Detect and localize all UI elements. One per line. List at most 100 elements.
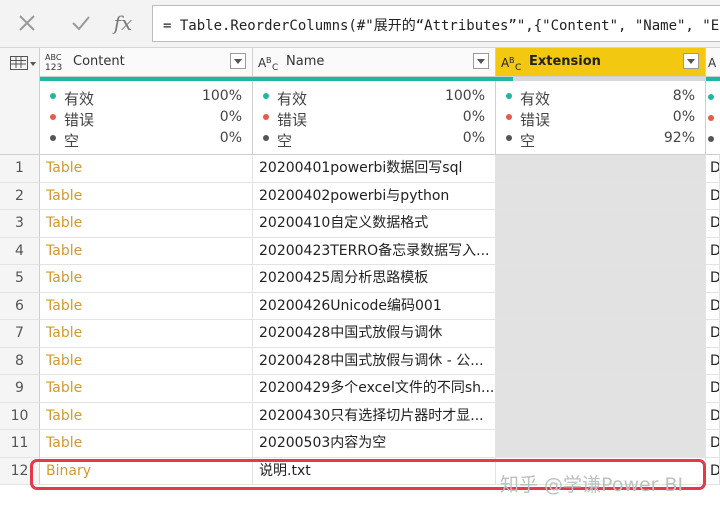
row-number[interactable]: 10 (0, 402, 40, 430)
stat-valid: 有效 100% (50, 88, 242, 109)
text-type-icon: A (708, 56, 717, 70)
row-number[interactable]: 8 (0, 347, 40, 375)
row-number[interactable]: 2 (0, 182, 40, 210)
column-header-name[interactable]: ABC Name (253, 48, 496, 77)
cell-extension[interactable] (496, 210, 706, 238)
column-name-content: Content (73, 54, 125, 69)
cell-extension[interactable] (496, 375, 706, 403)
svg-text:C: C (272, 63, 278, 72)
cell-content[interactable]: Table (40, 430, 253, 458)
cell-extension[interactable] (496, 430, 706, 458)
column-stats-name: 有效 100% 错误 0% 空 0% (253, 81, 496, 155)
column-header-extension[interactable]: ABC Extension (496, 48, 706, 77)
text-type-icon: A BC (258, 56, 278, 72)
watermark: 知乎 @学谦Power BI (500, 474, 684, 496)
cell-next[interactable]: D (706, 210, 720, 238)
cell-extension[interactable] (496, 265, 706, 293)
cell-next[interactable]: D (706, 237, 720, 265)
svg-text:A: A (708, 56, 717, 70)
filter-dropdown-button[interactable] (473, 53, 489, 69)
cell-content[interactable]: Table (40, 347, 253, 375)
cell-name[interactable]: 20200423TERRO备忘录数据写入... (253, 237, 496, 265)
cell-next[interactable]: D (706, 430, 720, 458)
cell-name[interactable]: 20200428中国式放假与调休 - 公... (253, 347, 496, 375)
cell-extension[interactable] (496, 347, 706, 375)
stat-error: 错误 0% (263, 109, 485, 130)
fx-button[interactable]: fx (106, 8, 140, 38)
svg-text:C: C (515, 63, 521, 72)
chevron-down-icon (687, 58, 695, 64)
cell-extension[interactable] (496, 320, 706, 348)
row-number[interactable]: 11 (0, 430, 40, 458)
stat-error: 错误 0% (50, 109, 242, 130)
cell-name[interactable]: 20200428中国式放假与调休 (253, 320, 496, 348)
valid-dot-icon (708, 94, 714, 100)
cell-name[interactable]: 20200429多个excel文件的不同sh... (253, 375, 496, 403)
filter-dropdown-button[interactable] (683, 53, 699, 69)
commit-button[interactable] (64, 8, 98, 38)
stat-error: 错误 0% (506, 109, 695, 130)
chevron-down-icon (30, 62, 36, 66)
cell-next[interactable]: D (706, 155, 720, 183)
cell-name[interactable]: 20200503内容为空 (253, 430, 496, 458)
cell-extension[interactable] (496, 402, 706, 430)
row-number[interactable]: 6 (0, 292, 40, 320)
row-number[interactable]: 5 (0, 265, 40, 293)
table-menu-icon[interactable] (10, 56, 28, 70)
cell-next[interactable]: D (706, 375, 720, 403)
error-dot-icon (263, 114, 269, 120)
cell-content[interactable]: Table (40, 402, 253, 430)
stat-valid: 有效 8% (506, 88, 695, 109)
cell-next[interactable]: D (706, 265, 720, 293)
row-number[interactable]: 9 (0, 375, 40, 403)
row-number[interactable]: 7 (0, 320, 40, 348)
svg-text:B: B (509, 56, 515, 65)
cell-content[interactable]: Table (40, 155, 253, 183)
cell-next[interactable]: D (706, 182, 720, 210)
filter-dropdown-button[interactable] (230, 53, 246, 69)
empty-dot-icon (708, 136, 714, 142)
cell-name[interactable]: 20200425周分析思路模板 (253, 265, 496, 293)
cell-extension[interactable] (496, 292, 706, 320)
column-header-next[interactable]: A (706, 48, 720, 77)
cell-name[interactable]: 20200402powerbi与python (253, 182, 496, 210)
cell-next[interactable]: D (706, 402, 720, 430)
empty-dot-icon (50, 135, 56, 141)
cell-content[interactable]: Table (40, 182, 253, 210)
valid-dot-icon (263, 93, 269, 99)
column-name-name: Name (286, 54, 325, 69)
cell-next[interactable]: D (706, 320, 720, 348)
cell-content[interactable]: Table (40, 237, 253, 265)
stat-valid: 有效 100% (263, 88, 485, 109)
formula-text: = Table.ReorderColumns(#"展开的“Attributes”… (163, 18, 720, 34)
svg-text:ABC: ABC (45, 53, 62, 62)
cell-name[interactable]: 20200410自定义数据格式 (253, 210, 496, 238)
error-dot-icon (708, 115, 714, 121)
formula-input[interactable]: = Table.ReorderColumns(#"展开的“Attributes”… (152, 5, 720, 42)
row-number[interactable]: 4 (0, 237, 40, 265)
cell-content[interactable]: Table (40, 210, 253, 238)
cell-next[interactable]: D (706, 292, 720, 320)
text-type-icon: A BC (501, 56, 521, 72)
stat-empty: 空 0% (263, 130, 485, 151)
cell-content[interactable]: Table (40, 292, 253, 320)
formula-bar: fx = Table.ReorderColumns(#"展开的“Attribut… (0, 0, 720, 48)
row-number[interactable]: 3 (0, 210, 40, 238)
column-header-content[interactable]: ABC 123 Content (40, 48, 253, 77)
cell-content[interactable]: Table (40, 320, 253, 348)
svg-text:B: B (266, 56, 272, 65)
cell-name[interactable]: 20200426Unicode编码001 (253, 292, 496, 320)
error-dot-icon (50, 114, 56, 120)
cell-extension[interactable] (496, 237, 706, 265)
cell-content[interactable]: Table (40, 375, 253, 403)
row-number[interactable]: 1 (0, 155, 40, 183)
cell-next[interactable]: D (706, 457, 720, 485)
cell-name[interactable]: 20200430只有选择切片器时才显... (253, 402, 496, 430)
cancel-button[interactable] (10, 8, 44, 38)
cell-next[interactable]: D (706, 347, 720, 375)
cell-extension[interactable] (496, 182, 706, 210)
cell-extension[interactable] (496, 155, 706, 183)
cell-name[interactable]: 20200401powerbi数据回写sql (253, 155, 496, 183)
cell-content[interactable]: Table (40, 265, 253, 293)
valid-dot-icon (506, 93, 512, 99)
